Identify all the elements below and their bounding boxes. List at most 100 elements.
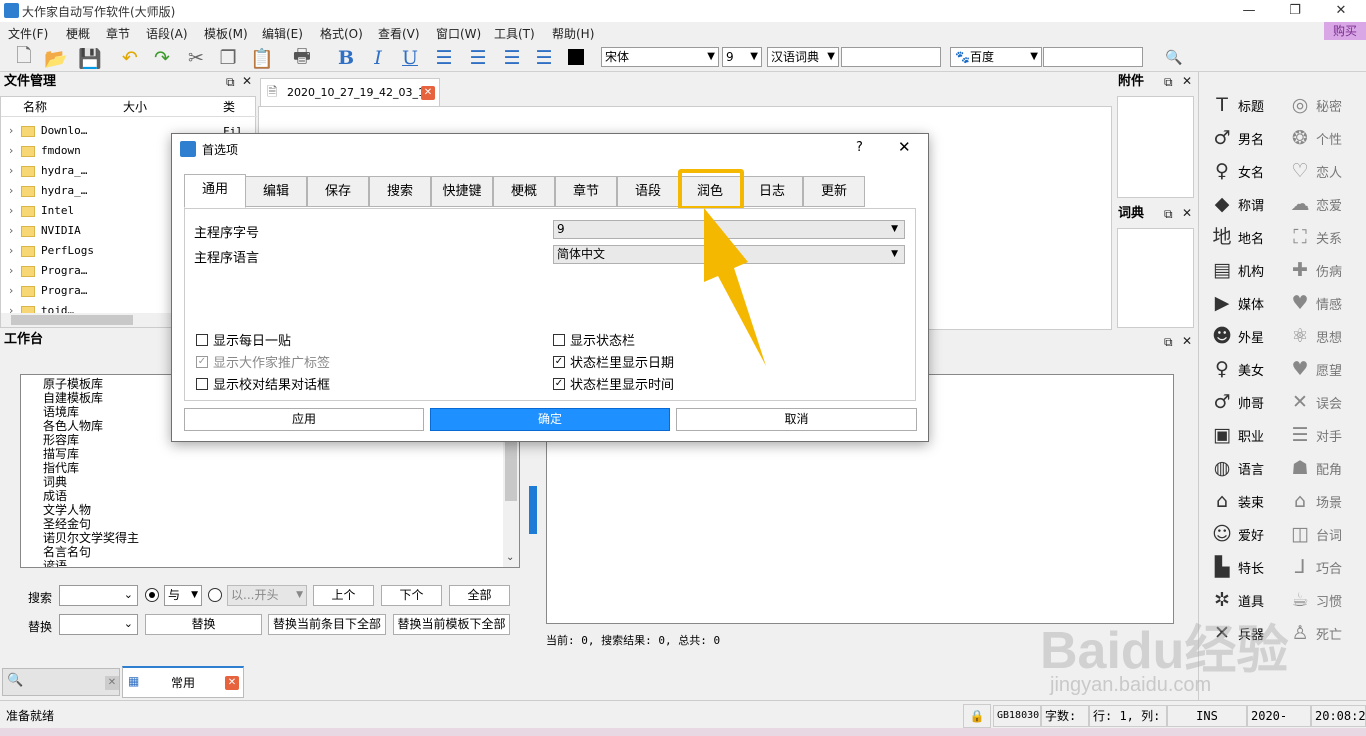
cut-icon[interactable]: ✂ (184, 46, 208, 70)
ok-button[interactable]: 确定 (430, 408, 670, 431)
tree-item[interactable]: › Downlo… (1, 121, 88, 141)
category-death[interactable]: ♙ 死亡 (1287, 618, 1342, 648)
lock-icon[interactable]: 🔒 (963, 704, 991, 728)
paste-icon[interactable]: 📋 (250, 46, 274, 70)
chevron-right-icon[interactable]: › (1, 161, 21, 181)
tab-chapter[interactable]: 章节 (555, 176, 617, 207)
menu-window[interactable]: 窗口(W) (436, 25, 481, 42)
category-wish[interactable]: ♥ 愿望 (1287, 354, 1342, 384)
float-icon[interactable]: ⧉ (1164, 207, 1173, 222)
category-handsome[interactable]: ♂ 帅哥 (1209, 387, 1264, 417)
tab-update[interactable]: 更新 (803, 176, 865, 207)
chevron-right-icon[interactable]: › (1, 201, 21, 221)
prev-button[interactable]: 上个 (313, 585, 374, 606)
radio-starts-with[interactable] (208, 588, 222, 602)
buy-button[interactable]: 购买 (1324, 22, 1366, 40)
search-combo[interactable]: ⌄ (59, 585, 138, 606)
category-lover[interactable]: ♡ 恋人 (1287, 156, 1342, 186)
close-icon[interactable]: ✕ (242, 74, 252, 88)
all-button[interactable]: 全部 (449, 585, 510, 606)
menu-format[interactable]: 格式(O) (320, 25, 363, 42)
align-left-icon[interactable]: ☰ (432, 46, 456, 70)
category-coincidence[interactable]: ⅃ 巧合 (1287, 552, 1342, 582)
splitter-handle[interactable] (529, 486, 537, 534)
menu-help[interactable]: 帮助(H) (552, 25, 594, 42)
list-item[interactable]: 描写库 (43, 447, 519, 461)
menu-file[interactable]: 文件(F) (8, 25, 48, 42)
cancel-button[interactable]: 取消 (676, 408, 917, 431)
replace-item-button[interactable]: 替换当前条目下全部 (268, 614, 386, 635)
category-rival[interactable]: ☰ 对手 (1287, 420, 1342, 450)
apply-button[interactable]: 应用 (184, 408, 424, 431)
close-icon[interactable]: ✕ (1182, 206, 1192, 220)
menu-outline[interactable]: 梗概 (66, 25, 90, 42)
menu-template[interactable]: 模板(M) (204, 25, 248, 42)
tab-outline[interactable]: 梗概 (493, 176, 555, 207)
category-dialogue[interactable]: ◫ 台词 (1287, 519, 1342, 549)
statusbar-time-checkbox[interactable]: ✓ 状态栏里显示时间 (553, 374, 674, 393)
next-button[interactable]: 下个 (381, 585, 442, 606)
bold-icon[interactable]: B (334, 46, 358, 70)
menu-view[interactable]: 查看(V) (378, 25, 420, 42)
tab-paragraph[interactable]: 语段 (617, 176, 679, 207)
tree-item[interactable]: › Intel (1, 201, 74, 221)
attachment-list[interactable] (1117, 96, 1194, 198)
show-statusbar-checkbox[interactable]: 显示状态栏 (553, 330, 635, 349)
close-button[interactable]: ✕ (1318, 0, 1364, 22)
category-personality[interactable]: ❂ 个性 (1287, 123, 1342, 153)
chevron-right-icon[interactable]: › (1, 301, 21, 313)
replace-combo[interactable]: ⌄ (59, 614, 138, 635)
show-promo-tag-checkbox[interactable]: ✓ 显示大作家推广标签 (196, 352, 330, 371)
chevron-right-icon[interactable]: › (1, 221, 21, 241)
list-item[interactable]: 词典 (43, 475, 519, 489)
justify-icon[interactable]: ☰ (532, 46, 556, 70)
category-media[interactable]: ▶ 媒体 (1209, 288, 1264, 318)
scrollbar-thumb[interactable] (11, 315, 133, 325)
list-item[interactable]: 名言名句 (43, 545, 519, 559)
float-icon[interactable]: ⧉ (226, 75, 235, 90)
help-button[interactable]: ? (856, 140, 863, 155)
tree-item[interactable]: › fmdown (1, 141, 81, 161)
category-male[interactable]: ♂ 男名 (1209, 123, 1264, 153)
tree-item[interactable]: › Progra… (1, 281, 88, 301)
chevron-right-icon[interactable]: › (1, 121, 21, 141)
chevron-down-icon[interactable]: ⌄ (124, 588, 133, 601)
category-injury[interactable]: ✚ 伤病 (1287, 255, 1342, 285)
category-org[interactable]: ▤ 机构 (1209, 255, 1264, 285)
font-name-select[interactable]: 宋体 ▼ (601, 47, 719, 67)
category-secret[interactable]: ◎ 秘密 (1287, 90, 1342, 120)
menu-edit[interactable]: 编辑(E) (262, 25, 303, 42)
tab-edit[interactable]: 编辑 (245, 176, 307, 207)
search-engine-select[interactable]: 🐾百度 ▼ (950, 47, 1042, 67)
new-file-icon[interactable]: 🗋 (12, 45, 36, 70)
category-place[interactable]: 地地名 (1209, 222, 1264, 252)
menu-tools[interactable]: 工具(T) (494, 25, 535, 42)
list-item[interactable]: 圣经金句 (43, 517, 519, 531)
list-item[interactable]: 诺贝尔文学奖得主 (43, 531, 519, 545)
maximize-button[interactable]: ❐ (1272, 0, 1318, 22)
dict-list[interactable] (1117, 228, 1194, 328)
font-size-select[interactable]: 9 ▼ (722, 47, 762, 67)
chevron-down-icon[interactable]: ⌄ (124, 617, 133, 630)
undo-icon[interactable]: ↶ (118, 46, 142, 70)
redo-icon[interactable]: ↷ (150, 46, 174, 70)
tree-item[interactable]: › hydra_… (1, 161, 88, 181)
tree-item[interactable]: › hydra_… (1, 181, 88, 201)
common-tab[interactable]: ▦ 常用 ✕ (122, 666, 244, 698)
chevron-right-icon[interactable]: › (1, 241, 21, 261)
italic-icon[interactable]: I (366, 46, 390, 70)
category-habit[interactable]: ☕ 习惯 (1287, 585, 1342, 615)
replace-button[interactable]: 替换 (145, 614, 262, 635)
open-folder-icon[interactable]: 📂 (44, 46, 68, 70)
category-misunderstand[interactable]: ✕ 误会 (1287, 387, 1342, 417)
chevron-down-icon[interactable]: ⌄ (506, 551, 514, 565)
doc-tab[interactable]: 🗎 2020_10_27_19_42_03_1 ✕ (260, 78, 440, 108)
category-hobby[interactable]: ☺ 爱好 (1209, 519, 1264, 549)
menu-chapter[interactable]: 章节 (106, 25, 130, 42)
chevron-right-icon[interactable]: › (1, 141, 21, 161)
category-language[interactable]: ◍ 语言 (1209, 453, 1264, 483)
float-icon[interactable]: ⧉ (1164, 75, 1173, 90)
tab-general[interactable]: 通用 (184, 174, 246, 208)
close-tab-icon[interactable]: ✕ (225, 676, 239, 690)
dictionary-select[interactable]: 汉语词典 ▼ (767, 47, 839, 67)
